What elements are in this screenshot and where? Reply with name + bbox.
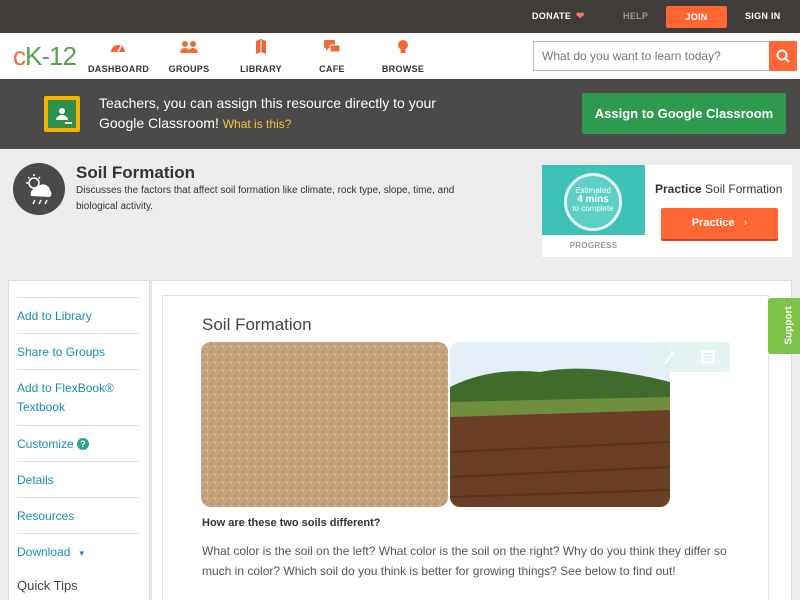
nav-groups-label: GROUPS bbox=[168, 64, 210, 74]
to-complete-label: to complete bbox=[572, 204, 614, 213]
nav-browse-label: BROWSE bbox=[381, 64, 425, 74]
logo-c: c bbox=[13, 41, 26, 71]
nav-groups[interactable]: GROUPS bbox=[168, 39, 210, 77]
nav-cafe-label: CAFE bbox=[319, 64, 345, 74]
progress-label: PROGRESS bbox=[569, 241, 618, 250]
practice-title-bold: Practice bbox=[655, 182, 702, 196]
nav-library[interactable]: LIBRARY bbox=[240, 39, 282, 77]
nav-dashboard-label: DASHBOARD bbox=[88, 64, 150, 74]
sandy-soil-image bbox=[201, 342, 448, 507]
estimated-minutes: 4 mins bbox=[577, 194, 609, 205]
nav-browse[interactable]: BROWSE bbox=[381, 39, 425, 77]
ck12-logo[interactable]: cK-12 bbox=[13, 41, 77, 71]
chevron-right-icon: › bbox=[743, 217, 748, 229]
details-link[interactable]: Details bbox=[17, 461, 139, 497]
caret-down-icon: ▼ bbox=[77, 549, 86, 558]
assign-to-classroom-button[interactable]: Assign to Google Classroom bbox=[582, 93, 786, 134]
help-link[interactable]: HELP bbox=[623, 0, 648, 33]
lightbulb-icon bbox=[398, 40, 408, 53]
download-link[interactable]: Download ▼ bbox=[17, 533, 139, 569]
practice-button[interactable]: Practice › bbox=[661, 208, 778, 239]
join-button[interactable]: JOIN bbox=[666, 6, 727, 28]
dark-soil-field-image bbox=[450, 342, 670, 507]
lesson-body: What color is the soil on the left? What… bbox=[202, 544, 727, 578]
lesson-question: How are these two soils different? bbox=[202, 517, 381, 529]
help-icon[interactable]: ? bbox=[77, 438, 90, 450]
nav-dashboard[interactable]: DASHBOARD bbox=[88, 39, 150, 77]
customize-link[interactable]: Customize ? bbox=[17, 425, 139, 461]
left-sidebar: Add to Library Share to Groups Add to Fl… bbox=[8, 280, 150, 600]
main-nav: cK-12 DASHBOARD GROUPS LIBRARY CAFE BROW… bbox=[0, 33, 800, 79]
lesson-title: Soil Formation bbox=[202, 315, 312, 334]
pencil-icon[interactable] bbox=[664, 351, 674, 365]
nav-library-label: LIBRARY bbox=[240, 64, 282, 74]
classroom-message: Teachers, you can assign this resource d… bbox=[99, 93, 479, 134]
logo-dash: - bbox=[41, 41, 50, 71]
search-icon bbox=[776, 49, 790, 63]
add-to-flexbook-link[interactable]: Add to FlexBook® Textbook bbox=[17, 369, 139, 425]
quick-tips-heading[interactable]: Quick Tips bbox=[17, 578, 78, 593]
heart-icon: ❤ bbox=[575, 11, 585, 22]
customize-label: Customize bbox=[17, 437, 74, 451]
resource-description: Discusses the factors that affect soil f… bbox=[76, 185, 455, 212]
notes-icon[interactable] bbox=[701, 350, 715, 364]
google-classroom-icon bbox=[44, 96, 80, 132]
groups-icon bbox=[180, 41, 198, 53]
practice-card: Estimated 4 mins to complete PROGRESS Pr… bbox=[542, 165, 792, 257]
practice-thumbnail: Estimated 4 mins to complete bbox=[542, 165, 645, 235]
nav-cafe[interactable]: CAFE bbox=[316, 39, 348, 77]
add-to-library-link[interactable]: Add to Library bbox=[17, 297, 139, 333]
download-label: Download bbox=[17, 545, 71, 559]
logo-num: 12 bbox=[49, 41, 77, 71]
donate-label: DONATE bbox=[532, 11, 572, 21]
time-estimate-badge: Estimated 4 mins to complete bbox=[564, 173, 622, 231]
library-icon bbox=[256, 39, 266, 54]
support-label: Support bbox=[783, 306, 795, 345]
search-button[interactable] bbox=[769, 41, 797, 71]
top-bar: DONATE ❤ HELP JOIN SIGN IN bbox=[0, 0, 800, 33]
logo-k: K bbox=[25, 41, 42, 71]
practice-button-label: Practice bbox=[691, 217, 735, 229]
donate-link[interactable]: DONATE ❤ bbox=[532, 0, 585, 33]
dashboard-icon bbox=[111, 45, 125, 53]
image-tools bbox=[646, 342, 730, 372]
resources-link[interactable]: Resources bbox=[17, 497, 139, 533]
what-is-this-link[interactable]: What is this? bbox=[223, 117, 292, 131]
share-to-groups-link[interactable]: Share to Groups bbox=[17, 333, 139, 369]
sign-in-link[interactable]: SIGN IN bbox=[745, 0, 781, 33]
practice-title-rest: Soil Formation bbox=[705, 182, 783, 196]
weather-icon bbox=[13, 163, 65, 215]
search-input[interactable] bbox=[533, 41, 770, 71]
cafe-chat-icon bbox=[324, 40, 340, 53]
practice-title: Practice Soil Formation bbox=[655, 182, 782, 196]
resource-title: Soil Formation bbox=[76, 163, 195, 182]
support-tab[interactable]: Support bbox=[768, 298, 800, 354]
